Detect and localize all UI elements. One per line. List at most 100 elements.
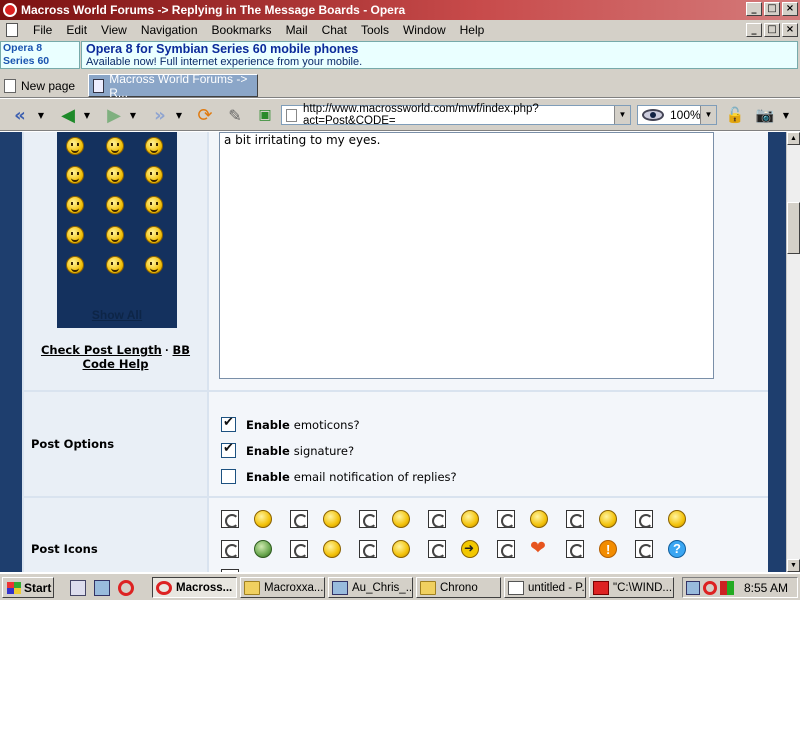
start-button[interactable]: Start [2,577,54,598]
show-all-link[interactable]: Show All [57,308,177,322]
post-icon-radio[interactable] [497,510,515,528]
opera-tray-icon[interactable] [703,580,717,595]
forward-button[interactable]: ▶ [100,104,128,126]
post-icon-radio[interactable] [221,510,239,528]
post-icon-radio[interactable] [635,510,653,528]
smilie-icon[interactable] [106,137,124,155]
scrollbar-thumb[interactable] [787,202,800,254]
post-textarea[interactable]: a bit irritating to my eyes. ▼ [219,132,714,379]
post-icon-radio[interactable] [359,510,377,528]
fast-forward-dropdown[interactable]: ▼ [174,104,184,126]
post-icon-radio[interactable] [566,540,584,558]
smilie-icon[interactable] [66,256,84,274]
smilie-icon[interactable] [66,137,84,155]
camera-button[interactable]: 📷 [752,104,778,126]
menu-mail[interactable]: Mail [279,23,315,37]
scroll-up-icon[interactable]: ▲ [787,132,800,145]
menu-help[interactable]: Help [453,23,492,37]
rewind-button[interactable]: « [6,104,34,126]
doc-minimize-button[interactable]: _ [746,23,762,37]
smilie-icon[interactable] [66,196,84,214]
task-windows-media[interactable]: "C:\WIND... [589,577,674,598]
smilie-icon[interactable] [66,226,84,244]
post-icon-radio[interactable] [635,540,653,558]
app-tray-icon[interactable] [720,580,734,595]
tab-macross-forums[interactable]: Macross World Forums -> R... [88,72,258,100]
network-tray-icon[interactable] [686,580,700,595]
maximize-button[interactable]: □ [764,2,780,16]
camera-dropdown[interactable]: ▼ [780,104,792,126]
smilie-icon[interactable] [106,196,124,214]
task-macroxxa[interactable]: Macroxxa... [240,577,325,598]
task-macross[interactable]: Macross... [152,577,237,598]
smilie-icon[interactable] [145,256,163,274]
rewind-dropdown[interactable]: ▼ [36,104,46,126]
post-icon-radio[interactable] [290,510,308,528]
menu-window[interactable]: Window [396,23,453,37]
minimize-button[interactable]: _ [746,2,762,16]
email-notification-checkbox[interactable] [221,469,236,484]
smilie-icon[interactable] [145,226,163,244]
smilie-icon[interactable] [145,196,163,214]
forward-dropdown[interactable]: ▼ [128,104,138,126]
option-signature[interactable]: Enable signature? [221,441,354,458]
menu-edit[interactable]: Edit [59,23,94,37]
show-desktop-icon[interactable] [70,580,86,596]
check-post-length-link[interactable]: Check Post Length [41,343,162,357]
smilie-icon[interactable] [145,166,163,184]
ad-logo[interactable]: Opera 8 Series 60 [0,41,80,69]
post-icon-radio[interactable] [428,540,446,558]
close-button[interactable]: × [782,2,798,16]
ad-main[interactable]: Opera 8 for Symbian Series 60 mobile pho… [81,41,798,69]
post-icon-radio[interactable] [428,510,446,528]
post-icons-label: Post Icons [31,542,98,556]
fast-forward-button[interactable]: » [146,104,174,126]
smilie-icon[interactable] [106,166,124,184]
smilie-icon[interactable] [106,256,124,274]
bb-code-help-link-part1[interactable]: BB [172,343,190,357]
post-icon-radio[interactable] [497,540,515,558]
option-emoticons[interactable]: Enable emoticons? [221,415,360,432]
reload-button[interactable]: ⟳ [192,104,218,126]
dropdown-arrow-icon: ▼ [37,110,45,120]
menu-view[interactable]: View [94,23,134,37]
back-dropdown[interactable]: ▼ [82,104,92,126]
smilie-icon[interactable] [66,166,84,184]
back-button[interactable]: ◀ [54,104,82,126]
bookmark-page-button[interactable]: ▣ [252,104,278,126]
post-icon-radio[interactable] [359,540,377,558]
edit-button[interactable]: ✎ [222,104,248,126]
menu-tools[interactable]: Tools [354,23,396,37]
emoticons-checkbox[interactable] [221,415,236,432]
post-options-label: Post Options [31,437,115,451]
doc-close-button[interactable]: × [782,23,798,37]
scroll-down-icon[interactable]: ▼ [787,559,800,572]
menu-bookmarks[interactable]: Bookmarks [205,23,279,37]
zoom-control[interactable]: 100% ▼ [637,105,717,125]
tab-new-page[interactable]: New page [4,74,84,97]
network-icon[interactable] [94,580,110,596]
page-scrollbar[interactable]: ▲ ▼ [786,132,800,572]
menu-file[interactable]: File [26,23,59,37]
doc-restore-button[interactable]: □ [764,23,780,37]
address-dropdown[interactable]: ▼ [614,106,630,124]
signature-checkbox[interactable] [221,441,236,458]
task-chrono[interactable]: Chrono [416,577,501,598]
zoom-dropdown[interactable]: ▼ [700,106,716,124]
task-au-chris[interactable]: Au_Chris_... [328,577,413,598]
menu-navigation[interactable]: Navigation [134,23,205,37]
bb-code-help-link-part2[interactable]: Code Help [83,357,149,371]
post-icon-radio[interactable] [290,540,308,558]
angry-icon [668,510,686,528]
security-button[interactable]: 🔓 [724,104,746,126]
address-field[interactable]: http://www.macrossworld.com/mwf/index.ph… [281,103,631,127]
post-icon-radio[interactable] [221,540,239,558]
option-email-notification[interactable]: Enable email notification of replies? [221,469,457,484]
opera-icon[interactable] [118,580,134,596]
menu-chat[interactable]: Chat [315,23,354,37]
smilie-icon[interactable] [145,137,163,155]
surprised-icon [530,510,548,528]
smilie-icon[interactable] [106,226,124,244]
post-icon-radio[interactable] [566,510,584,528]
task-paint[interactable]: untitled - P... [504,577,586,598]
